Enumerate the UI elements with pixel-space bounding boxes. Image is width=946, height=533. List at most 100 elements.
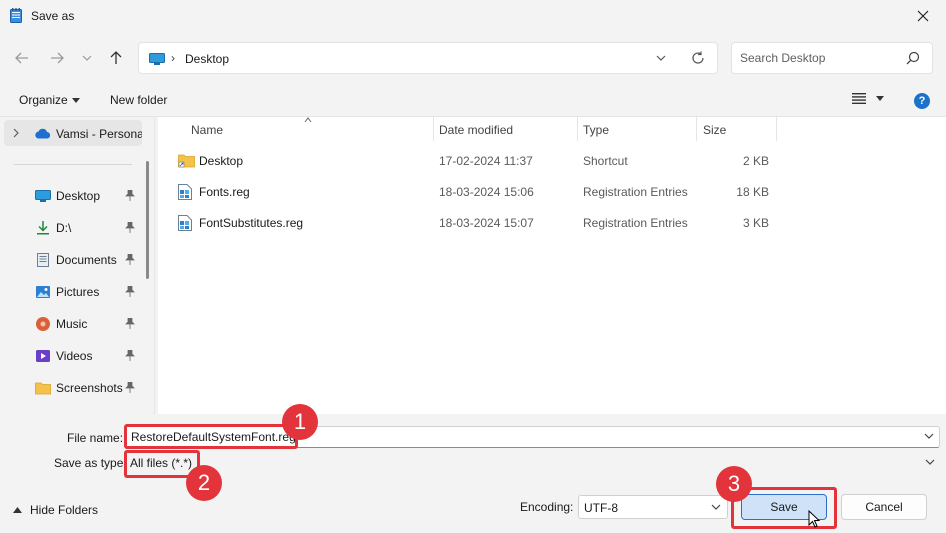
mouse-pointer-icon: [808, 510, 821, 528]
back-button[interactable]: [11, 47, 33, 69]
music-icon: [36, 317, 50, 331]
chevron-down-icon[interactable]: [655, 52, 667, 64]
column-header-type[interactable]: Type: [583, 117, 609, 142]
step-badge-2: 2: [186, 465, 222, 501]
sidebar-item-label: Vamsi - Personal: [56, 127, 142, 141]
file-size: 3 KB: [742, 216, 769, 230]
sidebar-item-label: Videos: [56, 349, 93, 363]
sidebar-item-screenshots[interactable]: Screenshots: [33, 377, 141, 399]
file-name: Fonts.reg: [199, 185, 250, 199]
close-icon: [917, 10, 929, 22]
organize-button[interactable]: Organize: [19, 93, 80, 107]
file-type: Shortcut: [583, 154, 628, 168]
registry-file-icon: [178, 215, 192, 231]
pin-icon: [125, 318, 135, 329]
list-view-icon: [852, 93, 866, 104]
file-name-combobox[interactable]: [125, 426, 940, 448]
breadcrumb-separator: ›: [171, 51, 175, 65]
chevron-down-icon: [925, 459, 935, 465]
chevron-down-icon[interactable]: [924, 433, 934, 439]
file-name: Desktop: [199, 154, 244, 168]
pin-icon: [125, 254, 135, 265]
file-row-fontsubstitutes-reg[interactable]: FontSubstitutes.reg 18-03-2024 15:07 Reg…: [174, 211, 774, 235]
column-divider[interactable]: [433, 117, 434, 141]
encoding-select[interactable]: UTF-8: [578, 495, 728, 519]
chevron-right-icon[interactable]: [13, 128, 19, 138]
file-name-input[interactable]: [131, 430, 911, 444]
title-bar: Save as: [0, 0, 946, 32]
downloads-icon: [37, 221, 49, 235]
file-date: 17-02-2024 11:37: [439, 154, 533, 168]
sidebar-item-videos[interactable]: Videos: [33, 345, 141, 367]
arrow-up-icon: [110, 51, 122, 64]
change-view-button[interactable]: [852, 93, 884, 104]
forward-button[interactable]: [46, 47, 68, 69]
save-as-type-value: All files (*.*): [130, 456, 193, 470]
save-as-type-label: Save as type:: [54, 456, 127, 470]
arrow-left-icon: [15, 52, 28, 64]
search-icon[interactable]: [906, 51, 920, 65]
file-type: Registration Entries: [583, 185, 688, 199]
column-header-name[interactable]: Name: [191, 117, 223, 142]
desktop-icon: [35, 190, 51, 202]
column-header-date[interactable]: Date modified: [439, 117, 513, 142]
caret-down-icon: [71, 97, 80, 103]
help-button[interactable]: ?: [914, 93, 930, 109]
step-badge-3: 3: [716, 466, 752, 502]
folder-icon: [35, 382, 51, 395]
pin-icon: [125, 286, 135, 297]
navigation-pane: Vamsi - Personal Desktop D:\ Documents P…: [0, 117, 158, 414]
breadcrumb-desktop[interactable]: Desktop: [185, 52, 229, 66]
sidebar-item-label: Pictures: [56, 285, 100, 299]
videos-icon: [36, 350, 50, 362]
sort-ascending-icon: [304, 117, 312, 123]
file-size: 2 KB: [742, 154, 769, 168]
registry-file-icon: [178, 184, 192, 200]
encoding-label: Encoding:: [520, 500, 574, 514]
file-row-desktop[interactable]: Desktop 17-02-2024 11:37 Shortcut 2 KB: [174, 149, 774, 173]
recent-locations-button[interactable]: [76, 47, 98, 69]
sidebar-item-desktop[interactable]: Desktop: [33, 185, 141, 207]
chevron-down-icon: [82, 55, 92, 61]
file-row-fonts-reg[interactable]: Fonts.reg 18-03-2024 15:06 Registration …: [174, 180, 774, 204]
pin-icon: [125, 350, 135, 361]
cancel-button[interactable]: Cancel: [841, 494, 927, 520]
file-size: 18 KB: [736, 185, 769, 199]
up-button[interactable]: [105, 47, 127, 69]
pane-separator[interactable]: [154, 117, 155, 414]
search-input[interactable]: [740, 50, 900, 66]
sidebar-item-documents[interactable]: Documents: [33, 249, 141, 271]
pictures-icon: [36, 286, 50, 298]
save-as-type-select[interactable]: All files (*.*): [125, 452, 940, 474]
notepad-icon: [10, 8, 22, 23]
encoding-value: UTF-8: [584, 501, 618, 515]
file-name: FontSubstitutes.reg: [199, 216, 304, 230]
sidebar-scrollbar[interactable]: [146, 161, 149, 279]
close-button[interactable]: [900, 0, 946, 32]
column-divider[interactable]: [776, 117, 777, 141]
onedrive-cloud-icon: [35, 128, 51, 139]
column-divider[interactable]: [696, 117, 697, 141]
address-bar[interactable]: › Desktop: [138, 42, 718, 74]
step-badge-1: 1: [282, 404, 318, 440]
documents-icon: [37, 253, 49, 267]
sidebar-item-pictures[interactable]: Pictures: [33, 281, 141, 303]
hide-folders-label: Hide Folders: [30, 503, 99, 517]
caret-up-icon: [13, 507, 22, 513]
column-header-size[interactable]: Size: [703, 117, 726, 142]
sidebar-item-onedrive[interactable]: Vamsi - Personal: [4, 120, 142, 146]
sidebar-item-music[interactable]: Music: [33, 313, 141, 335]
hide-folders-button[interactable]: Hide Folders: [13, 503, 98, 517]
folder-shortcut-icon: [178, 154, 195, 168]
organize-label: Organize: [19, 93, 68, 107]
refresh-icon[interactable]: [691, 51, 705, 65]
new-folder-button[interactable]: New folder: [110, 93, 167, 107]
sidebar-item-d-drive[interactable]: D:\: [33, 217, 141, 239]
column-divider[interactable]: [577, 117, 578, 141]
pin-icon: [125, 190, 135, 201]
command-bar: Organize New folder ?: [0, 84, 946, 117]
sidebar-item-label: Music: [56, 317, 88, 331]
search-box[interactable]: [731, 42, 933, 74]
file-name-label: File name:: [67, 431, 124, 445]
file-date: 18-03-2024 15:06: [439, 185, 534, 199]
